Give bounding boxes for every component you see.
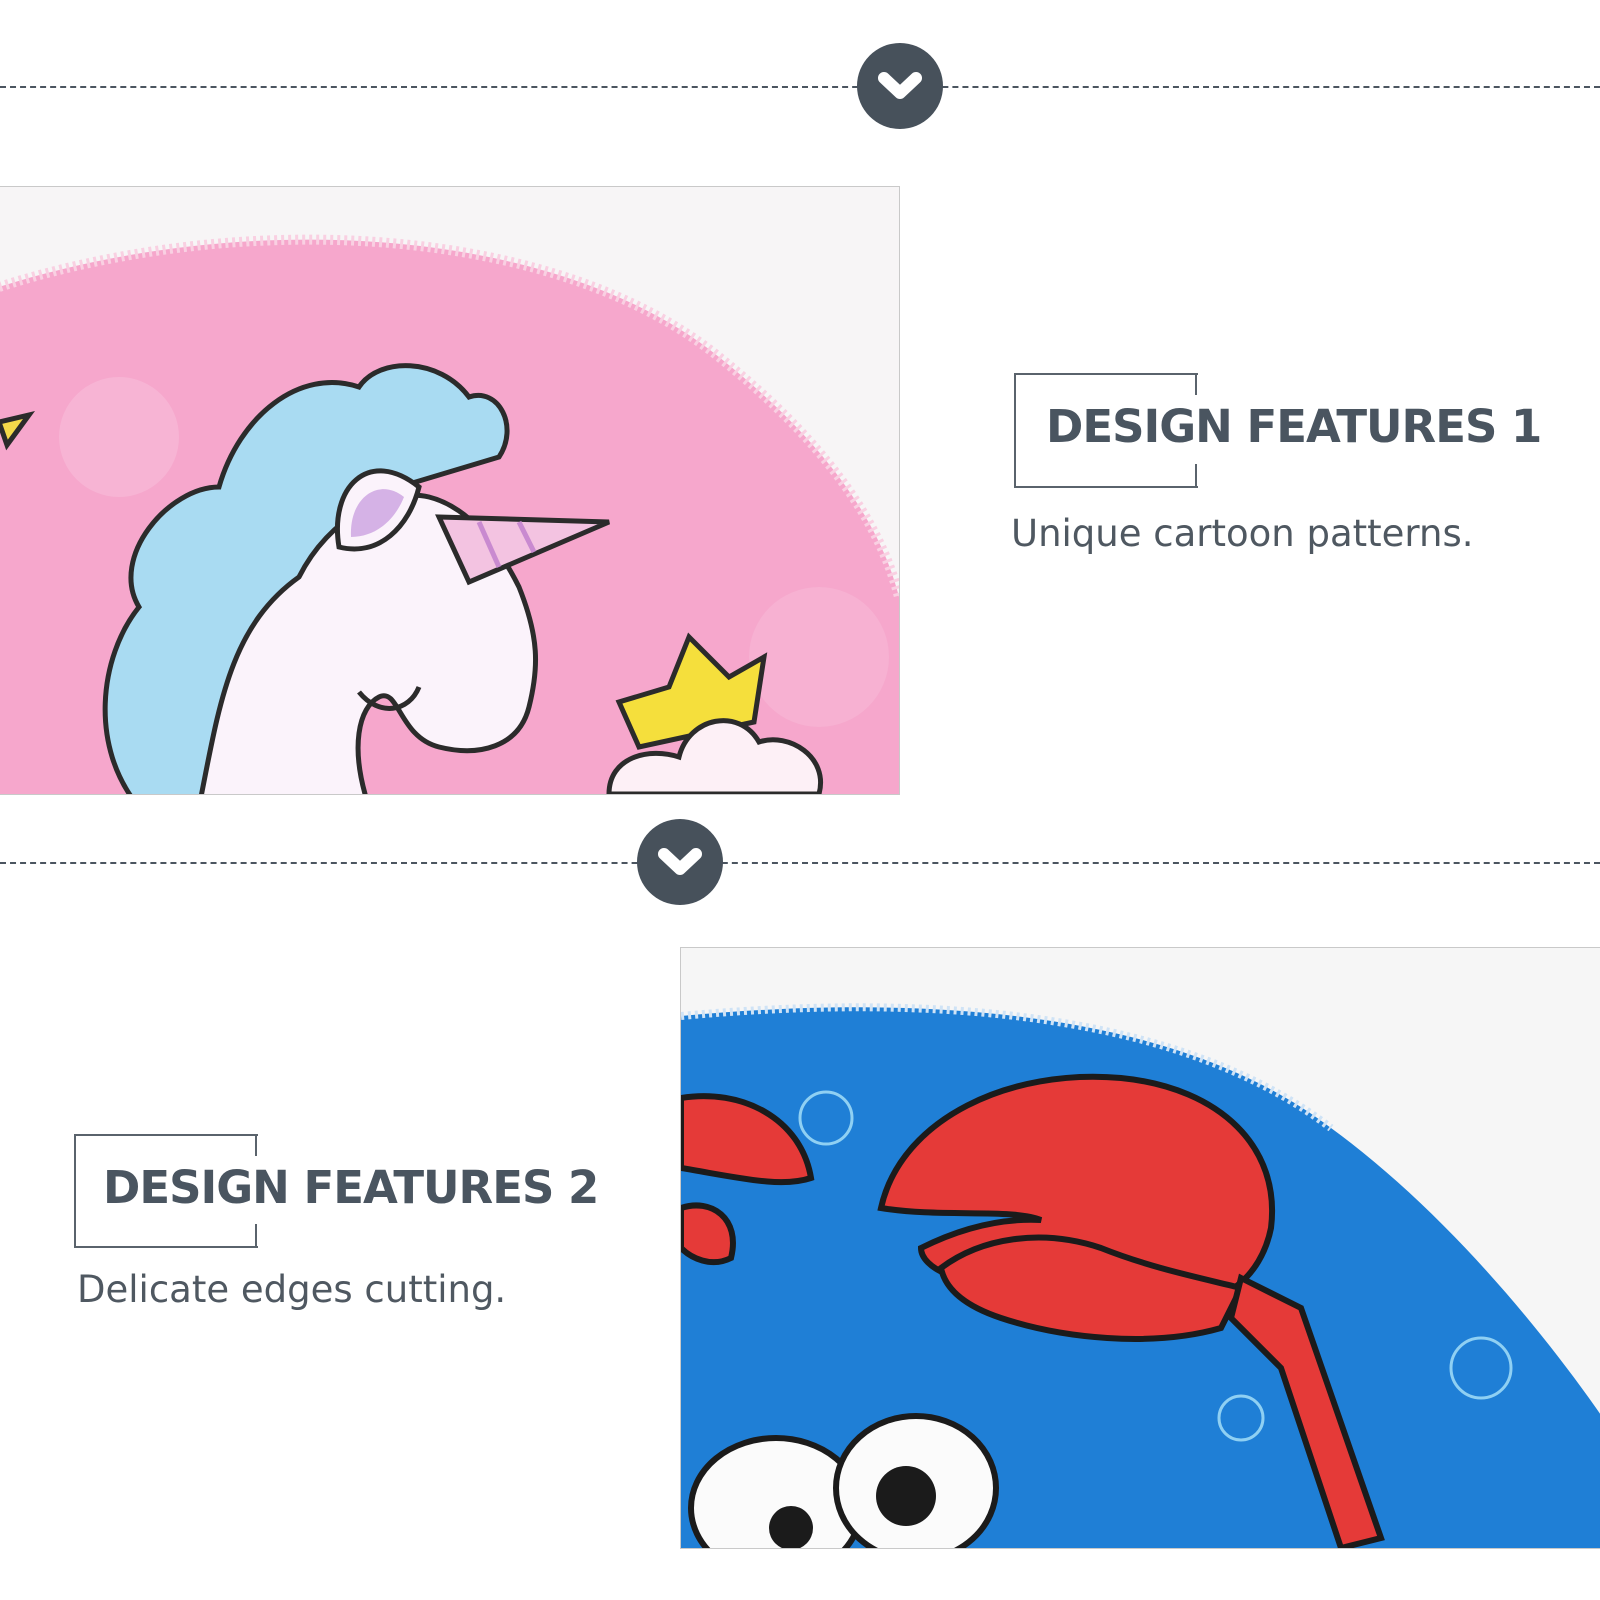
chevron-down-icon	[658, 848, 702, 875]
unicorn-fabric-photo	[0, 186, 900, 795]
top-chevron-badge	[857, 43, 943, 129]
crab-fabric-photo	[680, 947, 1600, 1549]
feature1-description: Unique cartoon patterns.	[1011, 512, 1474, 555]
top-dashed-divider	[0, 86, 1600, 88]
chevron-down-icon	[878, 72, 922, 99]
feature2-title: DESIGN FEATURES 2	[103, 1161, 599, 1214]
feature1-bracket-tick-bottom	[1195, 464, 1197, 486]
middle-chevron-badge	[637, 819, 723, 905]
feature2-description: Delicate edges cutting.	[77, 1268, 507, 1311]
feature2-bracket-tick-top	[255, 1134, 257, 1156]
feature1-bracket-tick-top	[1195, 373, 1197, 395]
feature2-bracket-tick-bottom	[255, 1224, 257, 1246]
feature1-title: DESIGN FEATURES 1	[1046, 400, 1542, 453]
middle-dashed-divider	[0, 862, 1600, 864]
